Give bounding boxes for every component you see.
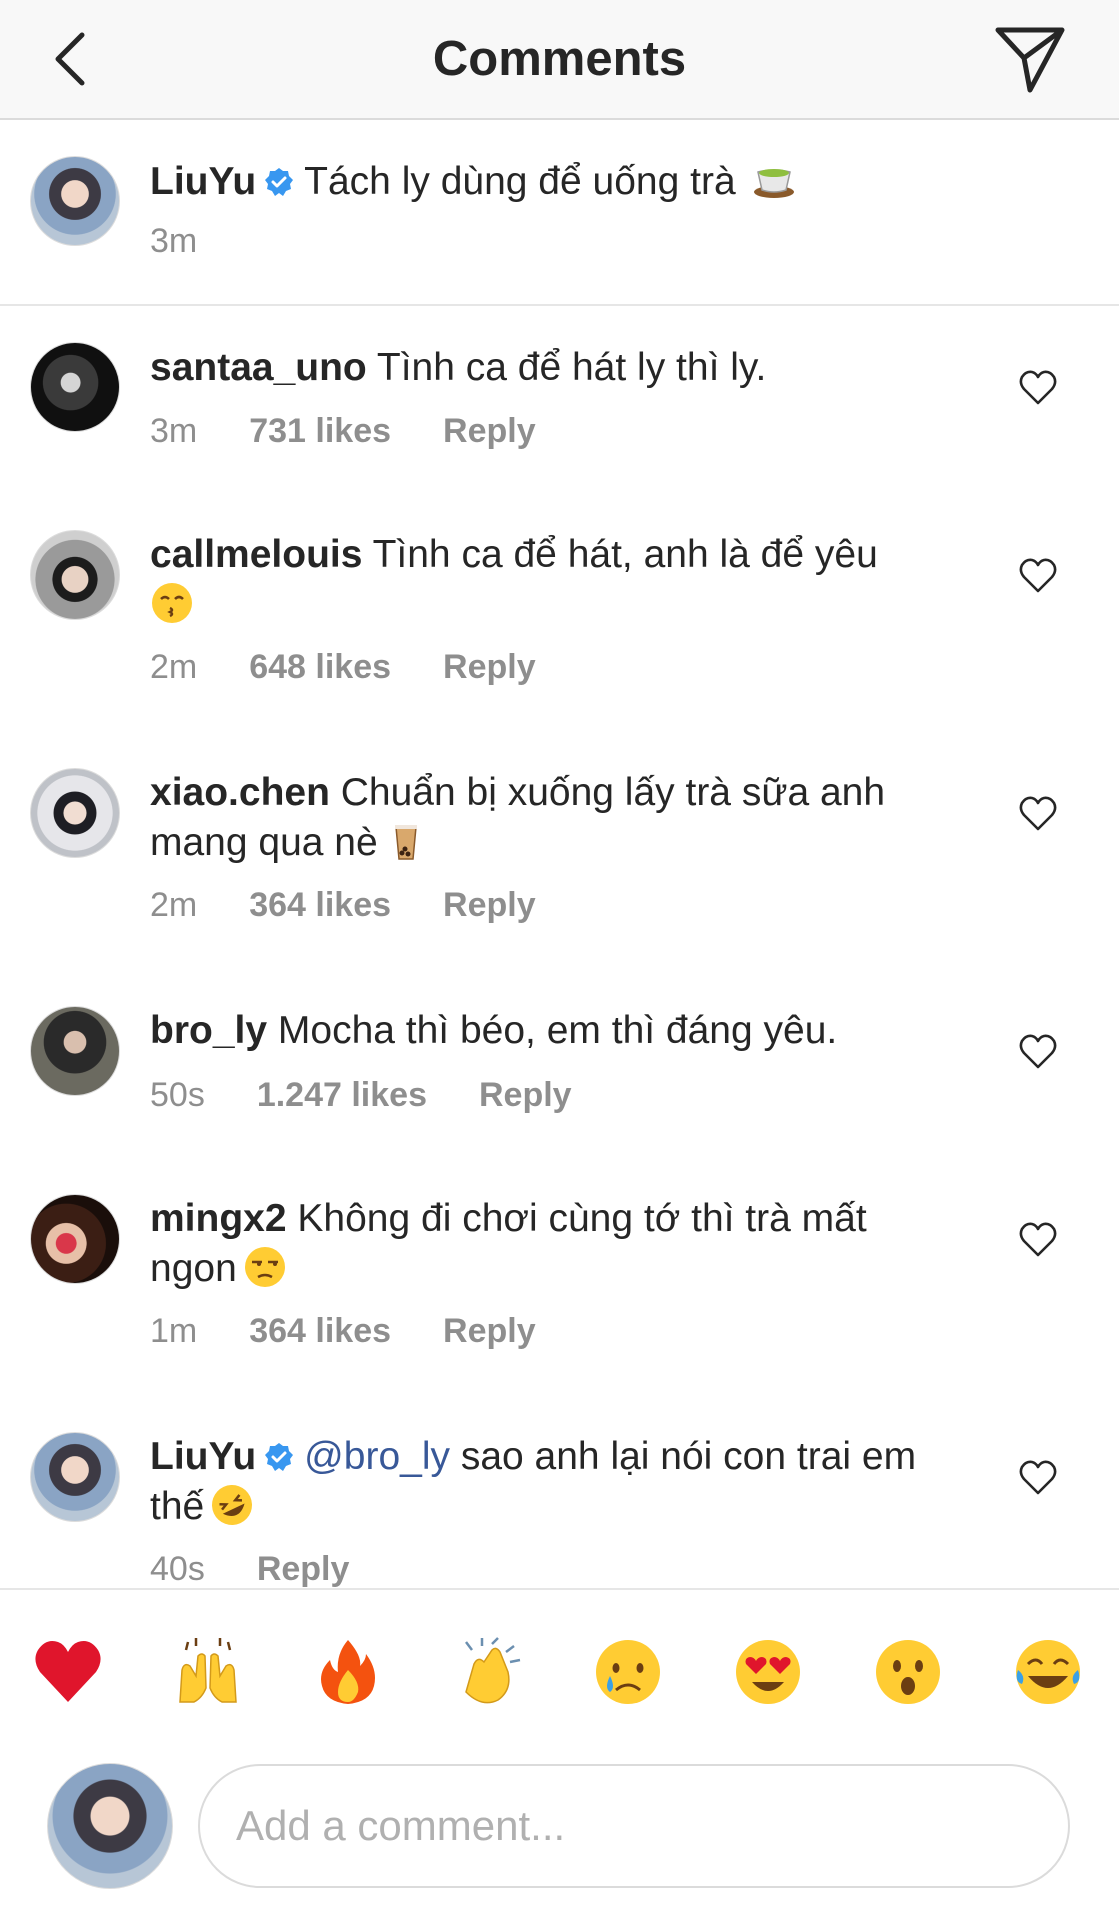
rolling-laughing-face-icon — [212, 1485, 253, 1525]
avatar[interactable] — [30, 1432, 120, 1522]
likes-count[interactable]: 364 likes — [249, 1312, 391, 1350]
username[interactable]: callmelouis — [150, 533, 362, 576]
avatar[interactable] — [30, 156, 120, 246]
header-bar: Comments — [0, 0, 1119, 120]
send-button[interactable] — [990, 20, 1070, 100]
avatar[interactable] — [30, 1006, 120, 1096]
comment-text: bro_ly Mocha thì béo, em thì đáng yêu. — [150, 1006, 950, 1056]
comment-item: callmelouis Tình ca để hát, anh là để yê… — [0, 494, 1119, 730]
comment-item: bro_ly Mocha thì béo, em thì đáng yêu. 5… — [0, 970, 1119, 1156]
verified-badge-icon — [265, 168, 294, 196]
timestamp: 3m — [150, 412, 198, 450]
username[interactable]: mingx2 — [150, 1197, 287, 1240]
username[interactable]: LiuYu — [150, 160, 256, 203]
reply-button[interactable]: Reply — [443, 886, 536, 924]
username[interactable]: xiao.chen — [150, 771, 330, 814]
comment-body: Tình ca để hát, anh là để yêu — [372, 533, 878, 576]
comment-meta: 3m — [150, 222, 249, 261]
fire-icon[interactable] — [312, 1636, 384, 1708]
comment-text: santaa_uno Tình ca để hát ly thì ly. — [150, 343, 950, 393]
raising-hands-icon[interactable] — [172, 1636, 244, 1708]
reply-button[interactable]: Reply — [443, 412, 536, 450]
current-user-avatar — [47, 1763, 173, 1889]
comment-meta: 2m 364 likes Reply — [150, 886, 588, 925]
likes-count[interactable]: 364 likes — [249, 886, 391, 924]
mention-link[interactable]: @bro_ly — [304, 1435, 450, 1478]
comment-text: LiuYu @bro_ly sao anh lại nói con trai em… — [150, 1432, 950, 1532]
comment-composer — [0, 1748, 1119, 1920]
timestamp: 50s — [150, 1076, 205, 1114]
username[interactable]: LiuYu — [150, 1435, 256, 1478]
avatar[interactable] — [30, 768, 120, 858]
paper-plane-icon — [995, 27, 1065, 93]
username[interactable]: santaa_uno — [150, 346, 367, 389]
comment-input[interactable] — [198, 1764, 1070, 1888]
comment-meta: 1m 364 likes Reply — [150, 1312, 588, 1351]
timestamp: 2m — [150, 648, 198, 686]
username[interactable]: bro_ly — [150, 1009, 267, 1052]
bubble-tea-icon — [394, 825, 417, 860]
reply-button[interactable]: Reply — [443, 648, 536, 686]
reply-button[interactable]: Reply — [479, 1076, 572, 1114]
comment-text: callmelouis Tình ca để hát, anh là để yê… — [150, 530, 950, 630]
surprised-face-icon[interactable] — [872, 1636, 944, 1708]
avatar[interactable] — [30, 1194, 120, 1284]
caption-body: Tách ly dùng để uống trà — [304, 160, 736, 203]
reply-button[interactable]: Reply — [257, 1550, 350, 1588]
tears-of-joy-icon[interactable] — [1012, 1636, 1084, 1708]
comment-item: mingx2 Không đi chơi cùng tớ thì trà mất… — [0, 1158, 1119, 1394]
kissing-face-icon — [152, 583, 192, 623]
heart-emoji-icon[interactable] — [32, 1636, 104, 1708]
clapping-hands-icon[interactable] — [452, 1636, 524, 1708]
comment-item: LiuYu @bro_ly sao anh lại nói con trai em… — [0, 1396, 1119, 1588]
heart-icon[interactable] — [1018, 1032, 1058, 1072]
heart-icon[interactable] — [1018, 1458, 1058, 1498]
reply-button[interactable]: Reply — [443, 1312, 536, 1350]
heart-icon[interactable] — [1018, 556, 1058, 596]
heart-eyes-icon[interactable] — [732, 1636, 804, 1708]
avatar[interactable] — [30, 342, 120, 432]
comment-text: mingx2 Không đi chơi cùng tớ thì trà mất… — [150, 1194, 950, 1294]
timestamp: 1m — [150, 1312, 198, 1350]
comment-item: santaa_uno Tình ca để hát ly thì ly. 3m 7… — [0, 306, 1119, 492]
likes-count[interactable]: 1.247 likes — [257, 1076, 427, 1114]
heart-icon[interactable] — [1018, 794, 1058, 834]
verified-badge-icon — [265, 1443, 294, 1471]
post-caption: LiuYu Tách ly dùng để uống trà 3m — [0, 120, 1119, 306]
heart-icon[interactable] — [1018, 1220, 1058, 1260]
timestamp: 3m — [150, 222, 198, 260]
likes-count[interactable]: 731 likes — [249, 412, 391, 450]
likes-count[interactable]: 648 likes — [249, 648, 391, 686]
comment-meta: 50s 1.247 likes Reply — [150, 1076, 624, 1115]
page-title: Comments — [432, 32, 687, 86]
timestamp: 40s — [150, 1550, 205, 1588]
unamused-face-icon — [244, 1247, 285, 1287]
caption-text: LiuYu Tách ly dùng để uống trà — [150, 157, 950, 207]
comment-body: Mocha thì béo, em thì đáng yêu. — [277, 1009, 838, 1052]
crying-face-icon[interactable] — [592, 1636, 664, 1708]
comment-body: Tình ca để hát ly thì ly. — [376, 346, 767, 389]
avatar[interactable] — [30, 530, 120, 620]
comment-text: xiao.chen Chuẩn bị xuống lấy trà sữa anh… — [150, 768, 950, 868]
comment-item: xiao.chen Chuẩn bị xuống lấy trà sữa anh… — [0, 732, 1119, 968]
heart-icon[interactable] — [1018, 368, 1058, 408]
tea-cup-icon — [754, 169, 795, 198]
comment-meta: 2m 648 likes Reply — [150, 648, 588, 687]
comment-meta: 3m 731 likes Reply — [150, 412, 588, 451]
timestamp: 2m — [150, 886, 198, 924]
comment-meta: 40s Reply — [150, 1550, 401, 1588]
quick-emoji-bar — [0, 1588, 1119, 1748]
